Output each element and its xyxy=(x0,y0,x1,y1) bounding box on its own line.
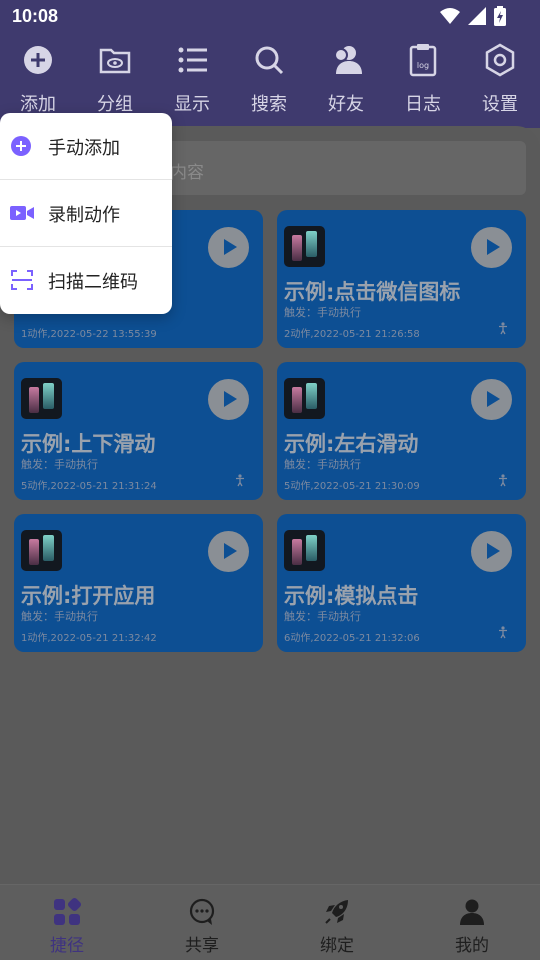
nav-mine-label: 我的 xyxy=(455,936,489,956)
accessibility-icon xyxy=(499,474,507,487)
toolbar-add-button[interactable]: 添加 xyxy=(0,42,76,122)
card-meta: 5动作,2022-05-21 21:30:09 xyxy=(284,481,420,492)
nav-share-label: 共享 xyxy=(185,936,219,956)
card-title: 示例:模拟点击 xyxy=(284,584,419,608)
shortcut-card[interactable]: 示例:上下滑动 触发：手动执行 5动作,2022-05-21 21:31:24 xyxy=(14,362,263,500)
person-icon xyxy=(460,899,484,925)
scan-qr-icon xyxy=(11,270,33,290)
menu-item-label: 录制动作 xyxy=(48,205,120,226)
toolbar-log-label: 日志 xyxy=(405,94,441,115)
status-time: 10:08 xyxy=(12,6,59,26)
card-meta: 2动作,2022-05-21 21:26:58 xyxy=(284,329,420,340)
play-button[interactable] xyxy=(208,379,249,420)
app-thumbnail-icon xyxy=(21,530,62,571)
card-trigger: 触发：手动执行 xyxy=(21,610,98,623)
menu-item-label: 扫描二维码 xyxy=(48,272,138,293)
toolbar-settings-button[interactable]: 设置 xyxy=(462,42,538,122)
video-camera-icon xyxy=(10,206,34,220)
toolbar-settings-label: 设置 xyxy=(482,94,518,115)
toolbar-friends-label: 好友 xyxy=(328,94,364,115)
play-button[interactable] xyxy=(208,531,249,572)
shortcut-card[interactable]: 示例:模拟点击 触发：手动执行 6动作,2022-05-21 21:32:06 xyxy=(277,514,526,652)
friends-icon xyxy=(334,46,362,74)
play-button[interactable] xyxy=(471,379,512,420)
plus-circle-icon xyxy=(24,46,52,74)
nav-shortcuts-label: 捷径 xyxy=(50,936,84,956)
accessibility-icon xyxy=(499,626,507,639)
rocket-icon xyxy=(325,900,348,924)
plus-circle-icon xyxy=(11,136,31,156)
card-title: 示例:左右滑动 xyxy=(284,432,419,456)
status-icons xyxy=(440,6,506,26)
card-meta: 1动作,2022-05-22 13:55:39 xyxy=(21,329,157,340)
card-meta: 5动作,2022-05-21 21:31:24 xyxy=(21,481,157,492)
card-title: 示例:打开应用 xyxy=(21,584,156,608)
card-trigger: 触发：手动执行 xyxy=(21,458,98,471)
app-thumbnail-icon xyxy=(284,378,325,419)
wifi-icon xyxy=(440,8,460,24)
menu-item-record[interactable]: 录制动作 xyxy=(0,180,172,246)
card-trigger: 触发：手动执行 xyxy=(284,610,361,623)
card-trigger: 触发：手动执行 xyxy=(284,458,361,471)
battery-icon xyxy=(494,6,506,26)
log-clipboard-icon: log xyxy=(409,44,437,77)
accessibility-icon xyxy=(236,474,244,487)
search-placeholder: 内容 xyxy=(170,163,204,183)
nav-shortcuts[interactable]: 捷径 xyxy=(17,897,117,956)
toolbar-friends-button[interactable]: 好友 xyxy=(308,42,384,122)
app-thumbnail-icon xyxy=(21,378,62,419)
toolbar-group-button[interactable]: 分组 xyxy=(77,42,153,122)
card-meta: 6动作,2022-05-21 21:32:06 xyxy=(284,633,420,644)
toolbar-search-label: 搜索 xyxy=(251,94,287,115)
menu-item-label: 手动添加 xyxy=(48,138,120,159)
nav-share[interactable]: 共享 xyxy=(152,897,252,956)
bottom-nav: 捷径 共享 绑定 我的 xyxy=(0,884,540,960)
accessibility-icon xyxy=(499,322,507,335)
card-meta: 1动作,2022-05-21 21:32:42 xyxy=(21,633,157,644)
log-icon-text: log xyxy=(417,61,429,70)
play-button[interactable] xyxy=(471,227,512,268)
shortcut-card[interactable]: 示例:左右滑动 触发：手动执行 5动作,2022-05-21 21:30:09 xyxy=(277,362,526,500)
nav-bind-label: 绑定 xyxy=(320,936,354,956)
signal-icon xyxy=(468,7,486,25)
card-title: 示例:上下滑动 xyxy=(21,432,156,456)
menu-item-manual-add[interactable]: 手动添加 xyxy=(0,113,172,179)
card-title: 示例:点击微信图标 xyxy=(284,280,461,304)
play-button[interactable] xyxy=(471,531,512,572)
nav-mine[interactable]: 我的 xyxy=(422,897,522,956)
toolbar-display-button[interactable]: 显示 xyxy=(154,42,230,122)
list-icon xyxy=(178,47,207,73)
app-thumbnail-icon xyxy=(284,530,325,571)
toolbar-log-button[interactable]: log 日志 xyxy=(385,42,461,122)
search-icon xyxy=(255,46,284,75)
add-popup-menu: 手动添加 录制动作 扫描二维码 xyxy=(0,113,172,314)
nav-bind[interactable]: 绑定 xyxy=(287,897,387,956)
shortcut-card[interactable]: 示例:打开应用 触发：手动执行 1动作,2022-05-21 21:32:42 xyxy=(14,514,263,652)
shortcut-card[interactable]: 示例:点击微信图标 触发：手动执行 2动作,2022-05-21 21:26:5… xyxy=(277,210,526,348)
shortcuts-grid-icon xyxy=(54,897,82,925)
chat-bubble-icon xyxy=(189,898,215,925)
hexagon-settings-icon xyxy=(485,43,515,77)
play-button[interactable] xyxy=(208,227,249,268)
menu-item-scan-qr[interactable]: 扫描二维码 xyxy=(0,247,172,313)
status-bar: 10:08 xyxy=(0,0,540,34)
card-trigger: 触发：手动执行 xyxy=(284,306,361,319)
toolbar-search-button[interactable]: 搜索 xyxy=(231,42,307,122)
folder-eye-icon xyxy=(99,48,131,74)
app-thumbnail-icon xyxy=(284,226,325,267)
